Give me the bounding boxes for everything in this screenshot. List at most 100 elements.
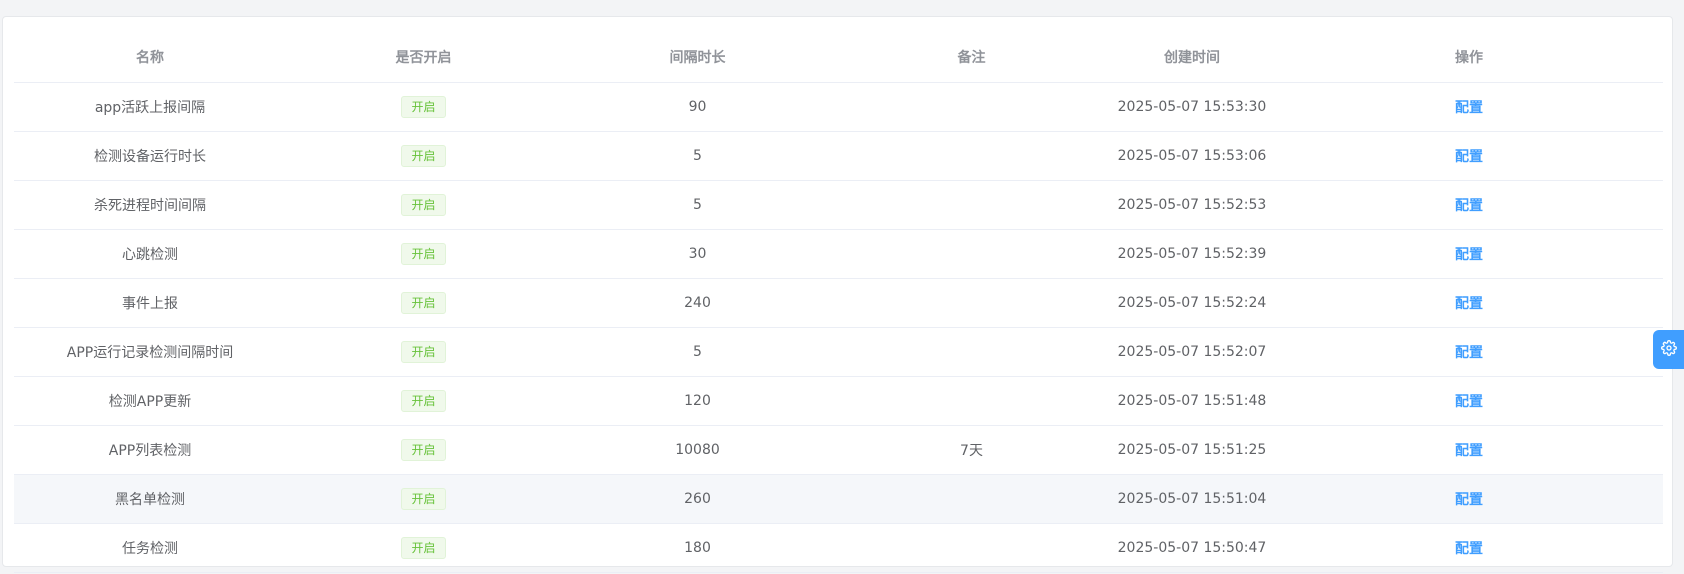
row-name: 事件上报 (122, 296, 178, 312)
cell-row-name: 任务检测 (14, 523, 286, 573)
cell-remark-value: 7天 (834, 425, 1109, 475)
cell-status-badge: 开启 (286, 425, 561, 475)
status-badge: 开启 (401, 439, 446, 461)
cell-interval-value: 90 (561, 82, 834, 132)
cell-remark-value (834, 523, 1109, 573)
interval-value: 30 (688, 246, 707, 262)
created-time: 2025-05-07 15:51:48 (1117, 393, 1267, 409)
interval-value: 240 (684, 295, 711, 311)
cell-interval-value: 5 (561, 180, 834, 230)
cell-configure-link: 配置 (1275, 131, 1663, 181)
column-header-remark: 备注 (834, 31, 1109, 83)
cell-remark-value (834, 229, 1109, 279)
table-row: 检测设备运行时长 开启 5 2025-05-07 15:53:06 配置 (14, 131, 1663, 181)
configure-link[interactable]: 配置 (1455, 247, 1483, 263)
status-badge: 开启 (401, 537, 446, 559)
configure-link[interactable]: 配置 (1455, 198, 1483, 214)
table-row: APP运行记录检测间隔时间 开启 5 2025-05-07 15:52:07 配置 (14, 327, 1663, 377)
column-header-created: 创建时间 (1109, 31, 1275, 83)
created-time: 2025-05-07 15:52:24 (1117, 295, 1267, 311)
configure-link[interactable]: 配置 (1455, 149, 1483, 165)
row-name: 任务检测 (122, 541, 178, 557)
table-row: app活跃上报间隔 开启 90 2025-05-07 15:53:30 配置 (14, 82, 1663, 132)
interval-value: 90 (688, 99, 707, 115)
configure-link[interactable]: 配置 (1455, 296, 1483, 312)
cell-row-name: 检测设备运行时长 (14, 131, 286, 181)
cell-configure-link: 配置 (1275, 327, 1663, 377)
created-time: 2025-05-07 15:51:04 (1117, 491, 1267, 507)
cell-configure-link: 配置 (1275, 180, 1663, 230)
cell-remark-value (834, 327, 1109, 377)
remark-value: 7天 (960, 443, 983, 459)
cell-interval-value: 260 (561, 474, 834, 524)
cell-configure-link: 配置 (1275, 82, 1663, 132)
configure-link[interactable]: 配置 (1455, 345, 1483, 361)
status-badge: 开启 (401, 243, 446, 265)
settings-float-button[interactable] (1653, 330, 1684, 369)
cell-interval-value: 180 (561, 523, 834, 573)
created-time: 2025-05-07 15:53:30 (1117, 99, 1267, 115)
status-badge: 开启 (401, 341, 446, 363)
cell-status-badge: 开启 (286, 327, 561, 377)
cell-interval-value: 10080 (561, 425, 834, 475)
cell-status-badge: 开启 (286, 82, 561, 132)
cell-remark-value (834, 131, 1109, 181)
table-row: APP列表检测 开启 10080 7天 2025-05-07 15:51:25 配置 (14, 425, 1663, 475)
row-name: 检测APP更新 (108, 394, 192, 410)
row-name: APP列表检测 (108, 443, 192, 459)
row-name: APP运行记录检测间隔时间 (66, 345, 234, 361)
column-header-action: 操作 (1275, 31, 1663, 83)
cell-configure-link: 配置 (1275, 474, 1663, 524)
cell-interval-value: 5 (561, 327, 834, 377)
cell-remark-value (834, 180, 1109, 230)
cell-configure-link: 配置 (1275, 229, 1663, 279)
configure-link[interactable]: 配置 (1455, 541, 1483, 557)
column-header-interval: 间隔时长 (561, 31, 834, 83)
cell-status-badge: 开启 (286, 131, 561, 181)
configure-link[interactable]: 配置 (1455, 492, 1483, 508)
config-table: 名称 是否开启 间隔时长 备注 创建时间 操作 app活跃上报间隔 开启 90 202… (14, 31, 1663, 573)
cell-created-time: 2025-05-07 15:53:06 (1109, 131, 1275, 181)
cell-status-badge: 开启 (286, 376, 561, 426)
table-header-row: 名称 是否开启 间隔时长 备注 创建时间 操作 (14, 31, 1663, 83)
cell-configure-link: 配置 (1275, 376, 1663, 426)
cell-row-name: 心跳检测 (14, 229, 286, 279)
cell-row-name: 事件上报 (14, 278, 286, 328)
cell-remark-value (834, 278, 1109, 328)
cell-row-name: 检测APP更新 (14, 376, 286, 426)
cell-status-badge: 开启 (286, 474, 561, 524)
cell-interval-value: 120 (561, 376, 834, 426)
table-row: 黑名单检测 开启 260 2025-05-07 15:51:04 配置 (14, 474, 1663, 524)
configure-link[interactable]: 配置 (1455, 100, 1483, 116)
cell-interval-value: 240 (561, 278, 834, 328)
created-time: 2025-05-07 15:53:06 (1117, 148, 1267, 164)
status-badge: 开启 (401, 488, 446, 510)
interval-value: 120 (684, 393, 711, 409)
configure-link[interactable]: 配置 (1455, 394, 1483, 410)
cell-interval-value: 30 (561, 229, 834, 279)
cell-row-name: 黑名单检测 (14, 474, 286, 524)
column-header-name: 名称 (14, 31, 286, 83)
cell-row-name: 杀死进程时间间隔 (14, 180, 286, 230)
cell-created-time: 2025-05-07 15:50:47 (1109, 523, 1275, 573)
interval-value: 180 (684, 540, 711, 556)
cell-status-badge: 开启 (286, 180, 561, 230)
row-name: 心跳检测 (122, 247, 178, 263)
cell-configure-link: 配置 (1275, 523, 1663, 573)
row-name: 黑名单检测 (115, 492, 185, 508)
status-badge: 开启 (401, 390, 446, 412)
cell-remark-value (834, 82, 1109, 132)
cell-created-time: 2025-05-07 15:53:30 (1109, 82, 1275, 132)
cell-created-time: 2025-05-07 15:52:07 (1109, 327, 1275, 377)
cell-created-time: 2025-05-07 15:52:39 (1109, 229, 1275, 279)
cell-status-badge: 开启 (286, 229, 561, 279)
created-time: 2025-05-07 15:52:53 (1117, 197, 1267, 213)
configure-link[interactable]: 配置 (1455, 443, 1483, 459)
created-time: 2025-05-07 15:52:07 (1117, 344, 1267, 360)
row-name: app活跃上报间隔 (94, 100, 206, 116)
table-row: 检测APP更新 开启 120 2025-05-07 15:51:48 配置 (14, 376, 1663, 426)
cell-created-time: 2025-05-07 15:51:48 (1109, 376, 1275, 426)
interval-value: 260 (684, 491, 711, 507)
created-time: 2025-05-07 15:50:47 (1117, 540, 1267, 556)
config-table-card: 名称 是否开启 间隔时长 备注 创建时间 操作 app活跃上报间隔 开启 90 202… (2, 16, 1673, 573)
